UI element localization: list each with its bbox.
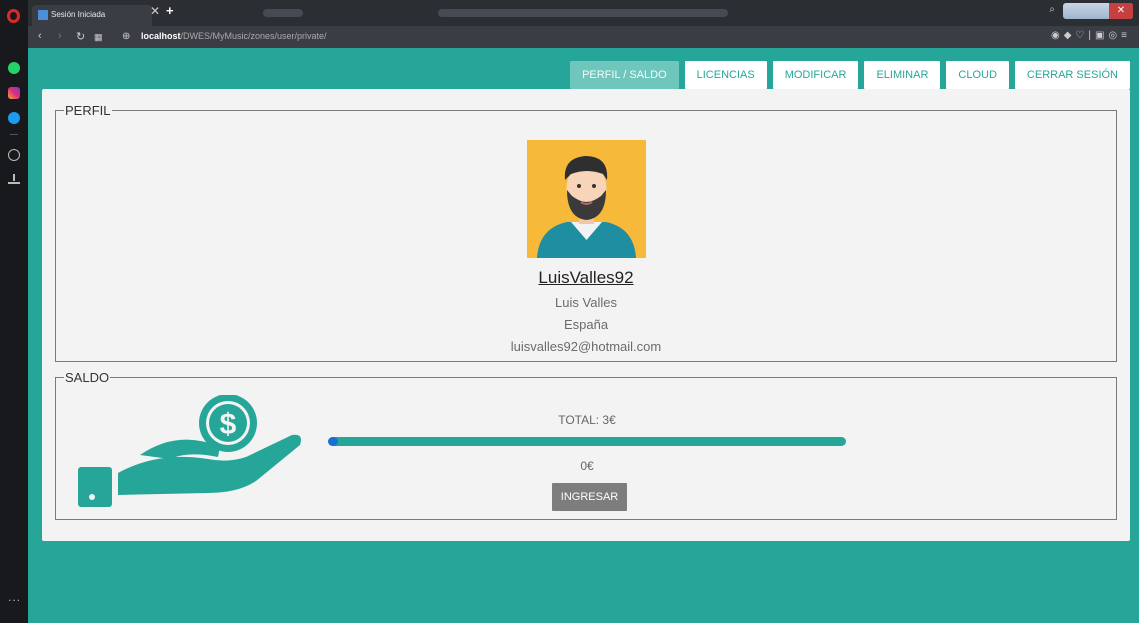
ingresar-button[interactable]: INGRESAR xyxy=(552,483,627,511)
new-tab-icon[interactable]: + xyxy=(166,3,174,18)
whatsapp-icon[interactable] xyxy=(8,62,20,74)
saldo-legend: SALDO xyxy=(65,370,110,385)
avatar xyxy=(527,140,646,258)
profile-username[interactable]: LuisValles92 xyxy=(56,268,1116,288)
speed-dial-icon[interactable]: ▦ xyxy=(94,32,103,43)
address-bar: ‹ › ↻ ▦ ⊕ localhost/DWES/MyMusic/zones/u… xyxy=(28,26,1139,48)
saldo-amount: 0€ xyxy=(580,459,594,473)
window-close-icon[interactable]: ✕ xyxy=(1109,3,1133,19)
history-icon[interactable] xyxy=(8,149,20,161)
menu-eliminar[interactable]: ELIMINAR xyxy=(864,61,941,89)
menu-cloud[interactable]: CLOUD xyxy=(946,61,1009,89)
main-card: PERFIL LuisValles92 Luis Valles España l… xyxy=(42,89,1130,541)
forward-icon[interactable]: › xyxy=(58,30,62,42)
tab-bar: Sesión Iniciada ✕ + ⌕ ✕ xyxy=(28,0,1139,26)
user-menu: PERFIL / SALDO LICENCIAS MODIFICAR ELIMI… xyxy=(570,61,1130,89)
perfil-legend: PERFIL xyxy=(65,103,111,118)
opera-logo-icon[interactable] xyxy=(7,9,20,23)
menu-cerrar-sesion[interactable]: CERRAR SESIÓN xyxy=(1014,61,1130,89)
page-content: PERFIL / SALDO LICENCIAS MODIFICAR ELIMI… xyxy=(28,48,1139,623)
download-icon[interactable] xyxy=(8,174,20,184)
address-bar-icons[interactable]: ◉◆♡|▣◎≡ xyxy=(1051,30,1131,41)
blurred-region xyxy=(263,9,303,17)
reload-icon[interactable]: ↻ xyxy=(76,30,85,43)
blurred-region xyxy=(438,9,728,17)
perfil-section: PERFIL LuisValles92 Luis Valles España l… xyxy=(55,103,1117,362)
saldo-section: SALDO $ TOTAL: 3€ 0€ INGRESAR xyxy=(55,370,1117,520)
browser-tab[interactable]: Sesión Iniciada xyxy=(32,5,152,26)
saldo-total: TOTAL: 3€ xyxy=(558,413,616,427)
favicon-icon xyxy=(38,10,48,20)
browser-sidebar: ... xyxy=(0,0,28,623)
svg-text:$: $ xyxy=(220,408,237,441)
saldo-progress-fill xyxy=(328,437,339,446)
menu-licencias[interactable]: LICENCIAS xyxy=(684,61,767,89)
tab-search-icon[interactable]: ⌕ xyxy=(1049,4,1055,15)
window-controls[interactable]: ✕ xyxy=(1063,3,1133,19)
tab-close-icon[interactable]: ✕ xyxy=(150,4,160,18)
back-icon[interactable]: ‹ xyxy=(38,30,42,42)
saldo-progress-bar xyxy=(328,437,846,446)
profile-country: España xyxy=(563,317,609,332)
sidebar-more-icon[interactable]: ... xyxy=(8,590,21,604)
twitter-icon[interactable] xyxy=(8,112,20,124)
money-hand-icon: $ xyxy=(78,395,301,507)
url-field[interactable]: localhost/DWES/MyMusic/zones/user/privat… xyxy=(141,31,327,41)
menu-perfil-saldo[interactable]: PERFIL / SALDO xyxy=(570,61,679,89)
tab-title: Sesión Iniciada xyxy=(51,10,106,19)
profile-email: luisvalles92@hotmail.com xyxy=(510,339,662,354)
site-info-icon[interactable]: ⊕ xyxy=(122,31,130,42)
instagram-icon[interactable] xyxy=(8,87,20,99)
sidebar-divider xyxy=(10,134,18,135)
profile-full-name: Luis Valles xyxy=(555,295,617,310)
menu-modificar[interactable]: MODIFICAR xyxy=(772,61,859,89)
